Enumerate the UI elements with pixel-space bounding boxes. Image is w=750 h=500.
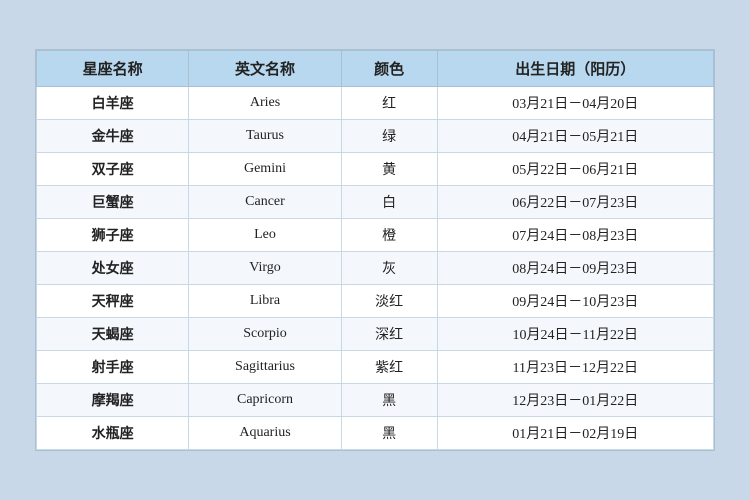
cell-chinese-name: 白羊座 — [37, 87, 189, 120]
table-row: 摩羯座Capricorn黑12月23日－01月22日 — [37, 384, 714, 417]
cell-chinese-name: 处女座 — [37, 252, 189, 285]
cell-english-name: Virgo — [189, 252, 341, 285]
cell-english-name: Taurus — [189, 120, 341, 153]
table-row: 射手座Sagittarius紫红11月23日－12月22日 — [37, 351, 714, 384]
cell-english-name: Sagittarius — [189, 351, 341, 384]
cell-chinese-name: 射手座 — [37, 351, 189, 384]
cell-color: 橙 — [341, 219, 437, 252]
table-row: 金牛座Taurus绿04月21日－05月21日 — [37, 120, 714, 153]
cell-chinese-name: 金牛座 — [37, 120, 189, 153]
cell-color: 白 — [341, 186, 437, 219]
cell-date: 09月24日－10月23日 — [437, 285, 713, 318]
table-body: 白羊座Aries红03月21日－04月20日金牛座Taurus绿04月21日－0… — [37, 87, 714, 450]
cell-color: 灰 — [341, 252, 437, 285]
cell-color: 黄 — [341, 153, 437, 186]
zodiac-table-wrapper: 星座名称 英文名称 颜色 出生日期（阳历） 白羊座Aries红03月21日－04… — [35, 49, 715, 451]
cell-color: 绿 — [341, 120, 437, 153]
table-row: 巨蟹座Cancer白06月22日－07月23日 — [37, 186, 714, 219]
cell-english-name: Aquarius — [189, 417, 341, 450]
table-row: 天蝎座Scorpio深红10月24日－11月22日 — [37, 318, 714, 351]
table-row: 水瓶座Aquarius黑01月21日－02月19日 — [37, 417, 714, 450]
cell-chinese-name: 摩羯座 — [37, 384, 189, 417]
cell-chinese-name: 天蝎座 — [37, 318, 189, 351]
cell-chinese-name: 水瓶座 — [37, 417, 189, 450]
cell-color: 黑 — [341, 417, 437, 450]
cell-english-name: Aries — [189, 87, 341, 120]
cell-english-name: Scorpio — [189, 318, 341, 351]
cell-date: 07月24日－08月23日 — [437, 219, 713, 252]
cell-date: 12月23日－01月22日 — [437, 384, 713, 417]
cell-date: 04月21日－05月21日 — [437, 120, 713, 153]
cell-date: 08月24日－09月23日 — [437, 252, 713, 285]
cell-english-name: Libra — [189, 285, 341, 318]
cell-color: 紫红 — [341, 351, 437, 384]
cell-date: 10月24日－11月22日 — [437, 318, 713, 351]
cell-english-name: Capricorn — [189, 384, 341, 417]
cell-date: 01月21日－02月19日 — [437, 417, 713, 450]
table-row: 处女座Virgo灰08月24日－09月23日 — [37, 252, 714, 285]
cell-chinese-name: 双子座 — [37, 153, 189, 186]
cell-date: 06月22日－07月23日 — [437, 186, 713, 219]
header-english-name: 英文名称 — [189, 51, 341, 87]
table-row: 天秤座Libra淡红09月24日－10月23日 — [37, 285, 714, 318]
cell-color: 黑 — [341, 384, 437, 417]
cell-chinese-name: 巨蟹座 — [37, 186, 189, 219]
table-row: 双子座Gemini黄05月22日－06月21日 — [37, 153, 714, 186]
cell-english-name: Gemini — [189, 153, 341, 186]
header-color: 颜色 — [341, 51, 437, 87]
cell-color: 红 — [341, 87, 437, 120]
table-header-row: 星座名称 英文名称 颜色 出生日期（阳历） — [37, 51, 714, 87]
cell-date: 05月22日－06月21日 — [437, 153, 713, 186]
cell-color: 淡红 — [341, 285, 437, 318]
cell-chinese-name: 天秤座 — [37, 285, 189, 318]
cell-date: 03月21日－04月20日 — [437, 87, 713, 120]
header-chinese-name: 星座名称 — [37, 51, 189, 87]
cell-english-name: Cancer — [189, 186, 341, 219]
table-row: 狮子座Leo橙07月24日－08月23日 — [37, 219, 714, 252]
cell-chinese-name: 狮子座 — [37, 219, 189, 252]
zodiac-table: 星座名称 英文名称 颜色 出生日期（阳历） 白羊座Aries红03月21日－04… — [36, 50, 714, 450]
cell-color: 深红 — [341, 318, 437, 351]
cell-english-name: Leo — [189, 219, 341, 252]
cell-date: 11月23日－12月22日 — [437, 351, 713, 384]
header-date: 出生日期（阳历） — [437, 51, 713, 87]
table-row: 白羊座Aries红03月21日－04月20日 — [37, 87, 714, 120]
